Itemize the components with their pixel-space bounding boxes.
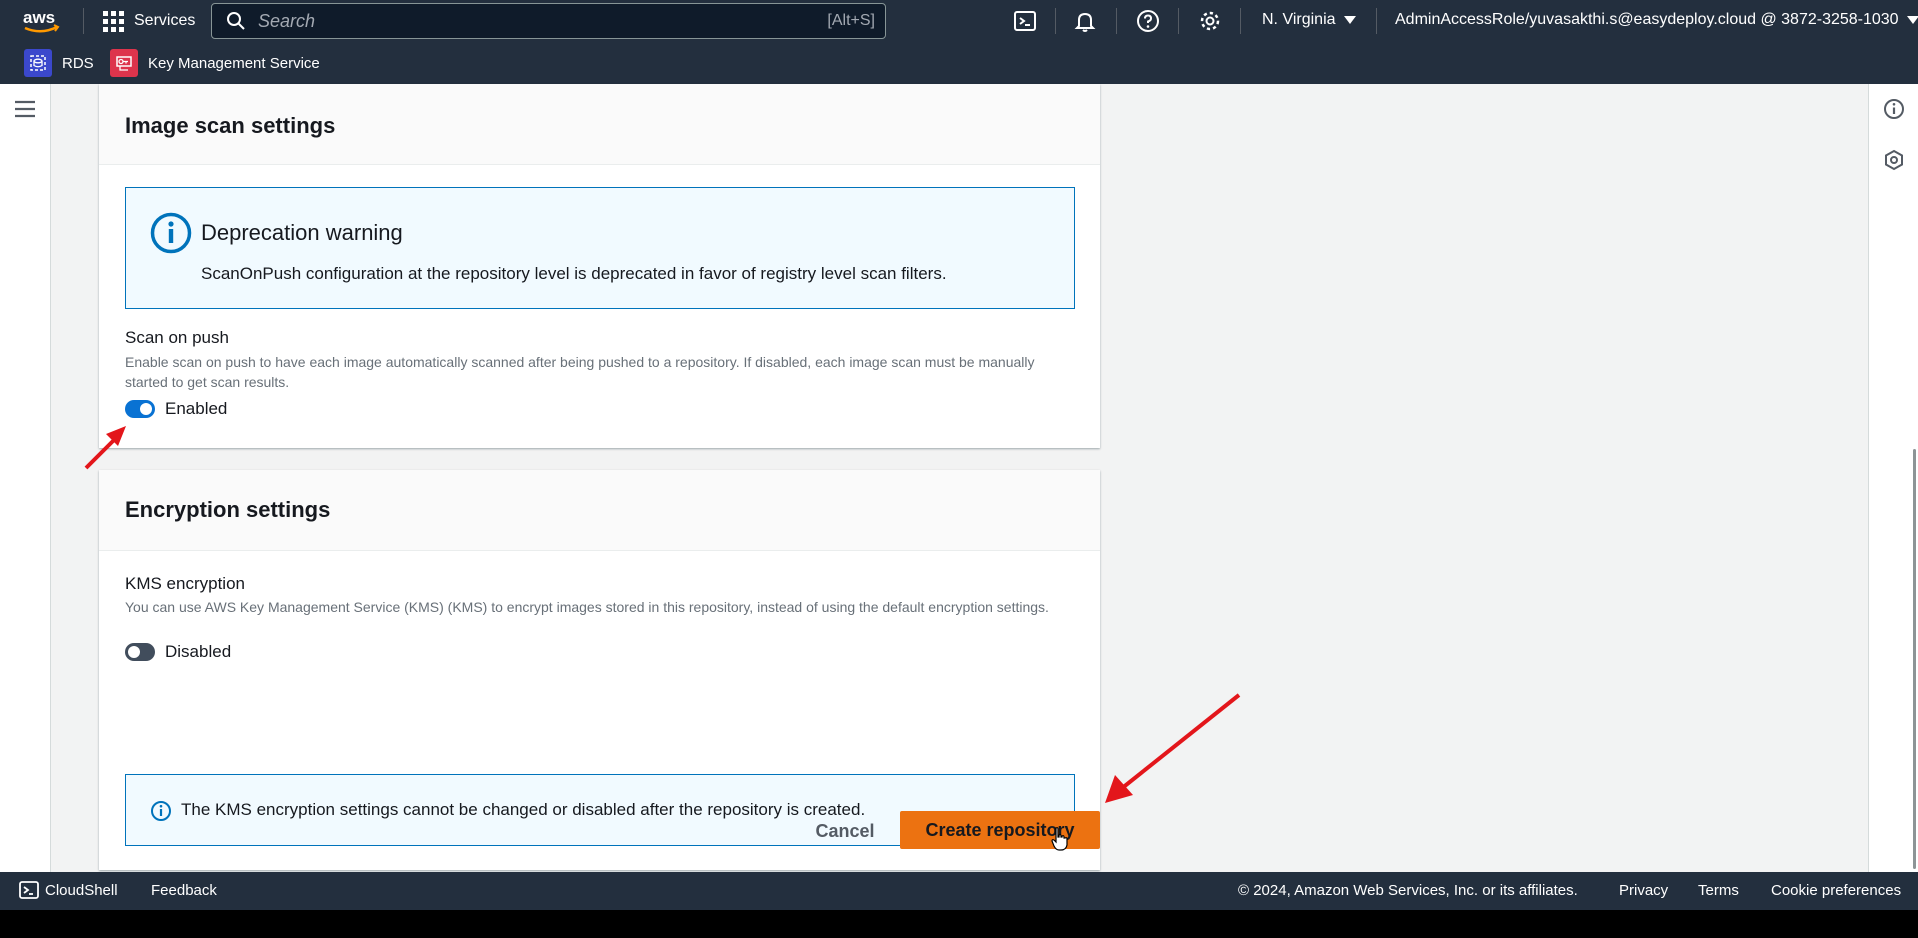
rds-icon (24, 49, 52, 77)
feedback-link[interactable]: Feedback (151, 882, 217, 899)
divider (1240, 8, 1241, 34)
bell-icon[interactable] (1073, 9, 1097, 33)
cloudshell-link[interactable]: CloudShell (19, 880, 118, 900)
cloudshell-icon (19, 881, 39, 899)
right-rail (1868, 84, 1918, 872)
divider (83, 8, 84, 34)
kms-encryption-toggle[interactable]: Disabled (125, 642, 231, 662)
info-icon (150, 212, 192, 254)
search-shortcut: [Alt+S] (827, 12, 875, 29)
create-repository-button[interactable]: Create repository (900, 811, 1100, 849)
terms-link[interactable]: Terms (1698, 882, 1739, 899)
svg-text:aws: aws (23, 8, 55, 27)
region-selector[interactable]: N. Virginia (1262, 11, 1356, 29)
cancel-button[interactable]: Cancel (810, 812, 880, 850)
hand-cursor-icon (1051, 827, 1068, 851)
grid-icon (102, 10, 124, 32)
panel-title: Image scan settings (125, 113, 336, 138)
panel-header: Image scan settings (99, 84, 1100, 165)
cloudshell-icon[interactable] (1013, 9, 1037, 33)
annotation-arrow (84, 426, 126, 470)
favorite-rds[interactable]: RDS (24, 49, 94, 77)
favorite-label: Key Management Service (148, 54, 320, 72)
top-navigation: aws Services Search [Alt+S] N. Virginia … (0, 0, 1918, 42)
panel-title: Encryption settings (125, 497, 331, 522)
divider (1055, 8, 1056, 34)
alert-message: ScanOnPush configuration at the reposito… (201, 264, 947, 283)
kms-encryption-description: You can use AWS Key Management Service (… (125, 599, 1049, 615)
account-label: AdminAccessRole/yuvasakthi.s@easydeploy.… (1395, 11, 1899, 28)
services-label: Services (134, 12, 196, 29)
favorite-kms[interactable]: Key Management Service (110, 49, 320, 77)
bottom-bar (0, 910, 1918, 938)
search-input[interactable]: Search [Alt+S] (211, 3, 886, 39)
divider (1178, 8, 1179, 34)
alert-message: The KMS encryption settings cannot be ch… (181, 800, 866, 819)
ai-assistant-icon[interactable] (1883, 149, 1905, 171)
favorite-label: RDS (62, 54, 94, 72)
account-menu[interactable]: AdminAccessRole/yuvasakthi.s@easydeploy.… (1395, 11, 1918, 29)
scan-on-push-label: Scan on push (125, 328, 229, 347)
aws-logo[interactable]: aws (22, 6, 62, 36)
favorites-bar: RDS Key Management Service (0, 42, 1918, 84)
alert-title: Deprecation warning (201, 220, 403, 245)
scrollbar-thumb[interactable] (1913, 449, 1916, 869)
services-menu-button[interactable]: Services (102, 8, 195, 34)
info-icon (151, 801, 171, 821)
cloudshell-label: CloudShell (45, 881, 118, 899)
search-placeholder: Search (258, 10, 316, 31)
toggle-label: Enabled (165, 399, 228, 418)
gear-icon[interactable] (1198, 9, 1222, 33)
copyright-text: © 2024, Amazon Web Services, Inc. or its… (1238, 882, 1578, 899)
left-rail (0, 84, 51, 872)
toggle-label: Disabled (165, 642, 232, 661)
cookie-preferences-link[interactable]: Cookie preferences (1771, 882, 1901, 899)
region-label: N. Virginia (1262, 11, 1336, 28)
kms-icon (110, 49, 138, 77)
help-icon[interactable] (1136, 9, 1160, 33)
footer: CloudShell Feedback © 2024, Amazon Web S… (0, 872, 1918, 910)
divider (1376, 8, 1377, 34)
hamburger-menu-icon[interactable] (14, 100, 36, 118)
caret-down-icon (1343, 16, 1356, 24)
deprecation-warning-alert: Deprecation warning ScanOnPush configura… (125, 187, 1075, 309)
info-panel-icon[interactable] (1883, 98, 1905, 120)
toggle-switch-off[interactable] (125, 643, 155, 661)
annotation-arrow (1105, 693, 1241, 803)
scan-on-push-toggle[interactable]: Enabled (125, 399, 227, 419)
kms-encryption-label: KMS encryption (125, 574, 245, 593)
divider (1116, 8, 1117, 34)
encryption-settings-panel: Encryption settings KMS encryption You c… (99, 470, 1100, 870)
search-icon (227, 12, 245, 30)
scan-on-push-description: Enable scan on push to have each image a… (125, 354, 1035, 390)
image-scan-settings-panel: Image scan settings Deprecation warning … (99, 84, 1100, 448)
caret-down-icon (1906, 16, 1918, 24)
privacy-link[interactable]: Privacy (1619, 882, 1668, 899)
scrollbar[interactable] (1913, 84, 1918, 872)
panel-header: Encryption settings (99, 470, 1100, 551)
main-content: Image scan settings Deprecation warning … (0, 84, 1918, 872)
